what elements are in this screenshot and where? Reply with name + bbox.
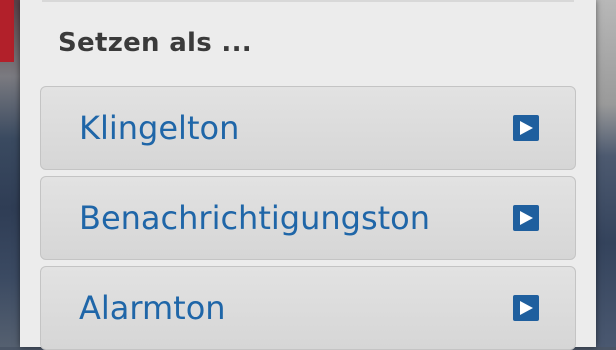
set-as-dialog: Setzen als ... Klingelton Benachrichtigu…	[20, 0, 596, 350]
option-alarm-tone[interactable]: Alarmton	[40, 266, 576, 350]
option-label: Benachrichtigungston	[79, 199, 431, 237]
option-label: Klingelton	[79, 109, 240, 147]
background-red-accent	[0, 0, 14, 62]
option-ringtone[interactable]: Klingelton	[40, 86, 576, 170]
background-right-strip	[596, 0, 616, 347]
dialog-title: Setzen als ...	[58, 28, 252, 58]
play-icon	[513, 115, 539, 141]
background-left-strip	[0, 0, 20, 347]
dialog-top-divider	[42, 0, 574, 2]
option-notification-tone[interactable]: Benachrichtigungston	[40, 176, 576, 260]
option-label: Alarmton	[79, 289, 226, 327]
play-icon	[513, 295, 539, 321]
play-icon	[513, 205, 539, 231]
